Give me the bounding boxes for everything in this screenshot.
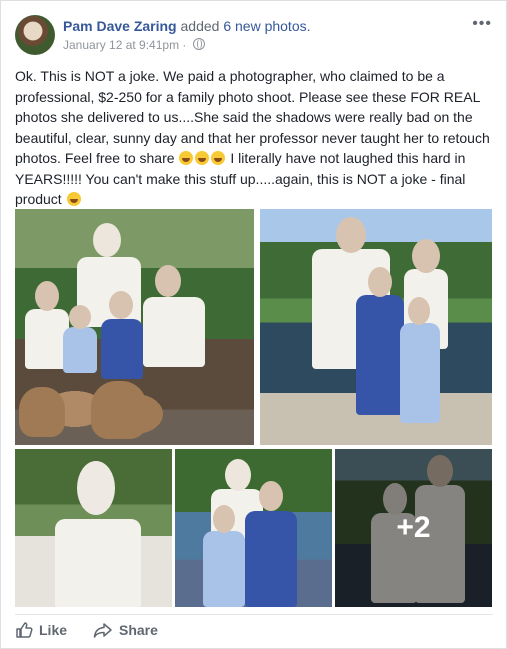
- meta-separator: ·: [182, 38, 187, 52]
- person-figure: [101, 319, 143, 379]
- laughing-emoji-icon: [195, 151, 210, 165]
- person-head: [77, 461, 115, 515]
- photo-2[interactable]: [260, 209, 492, 445]
- thumbs-up-icon: [16, 622, 33, 638]
- person-figure: [400, 323, 440, 423]
- post-text: Ok. This is NOT a joke. We paid a photog…: [15, 66, 493, 210]
- timestamp[interactable]: January 12 at 9:41pm: [63, 38, 179, 52]
- photo-5[interactable]: +2: [335, 449, 492, 607]
- person-head: [109, 291, 133, 319]
- globe-icon[interactable]: [192, 38, 205, 50]
- person-head: [412, 239, 440, 273]
- person-head: [213, 505, 235, 533]
- laughing-emoji-icon: [211, 151, 226, 165]
- rofl-emoji-icon: [66, 192, 81, 206]
- person-figure: [245, 511, 297, 607]
- person-head: [336, 217, 366, 253]
- like-button[interactable]: Like: [15, 621, 67, 639]
- ellipsis-icon[interactable]: •••: [472, 15, 492, 33]
- person-figure: [143, 297, 205, 367]
- dog-figure: [19, 387, 65, 437]
- person-head: [259, 481, 283, 511]
- person-head: [35, 281, 59, 311]
- person-figure: [203, 531, 245, 607]
- post-meta: January 12 at 9:41pm ·: [63, 38, 205, 52]
- person-head: [225, 459, 251, 491]
- author-name[interactable]: Pam Dave Zaring: [63, 18, 177, 34]
- person-figure: [356, 295, 404, 415]
- person-head: [155, 265, 181, 297]
- avatar[interactable]: [15, 15, 55, 55]
- more-photos-overlay[interactable]: +2: [335, 449, 492, 607]
- post-headline: Pam Dave Zaring added 6 new photos.: [63, 17, 311, 35]
- person-figure: [63, 327, 97, 373]
- more-photos-count: +2: [396, 511, 431, 544]
- person-head: [368, 267, 392, 297]
- like-label: Like: [39, 622, 68, 638]
- share-button[interactable]: Share: [93, 621, 158, 639]
- laughing-emoji-icon: [179, 151, 194, 165]
- photos-link[interactable]: 6 new photos.: [223, 18, 310, 34]
- person-head: [408, 297, 430, 325]
- photo-grid: +2: [15, 209, 492, 607]
- dog-figure: [91, 381, 147, 439]
- person-head: [69, 305, 91, 329]
- person-figure: [55, 519, 141, 607]
- action-text: added: [180, 18, 220, 34]
- share-label: Share: [119, 622, 158, 638]
- post-card: Pam Dave Zaring added 6 new photos. Janu…: [0, 0, 507, 649]
- photo-3[interactable]: [15, 449, 172, 607]
- post-header: Pam Dave Zaring added 6 new photos. Janu…: [15, 13, 496, 57]
- action-bar: Like Share: [15, 614, 493, 643]
- photo-4[interactable]: [175, 449, 332, 607]
- photo-1[interactable]: [15, 209, 254, 445]
- share-arrow-icon: [93, 623, 112, 638]
- person-head: [93, 223, 121, 257]
